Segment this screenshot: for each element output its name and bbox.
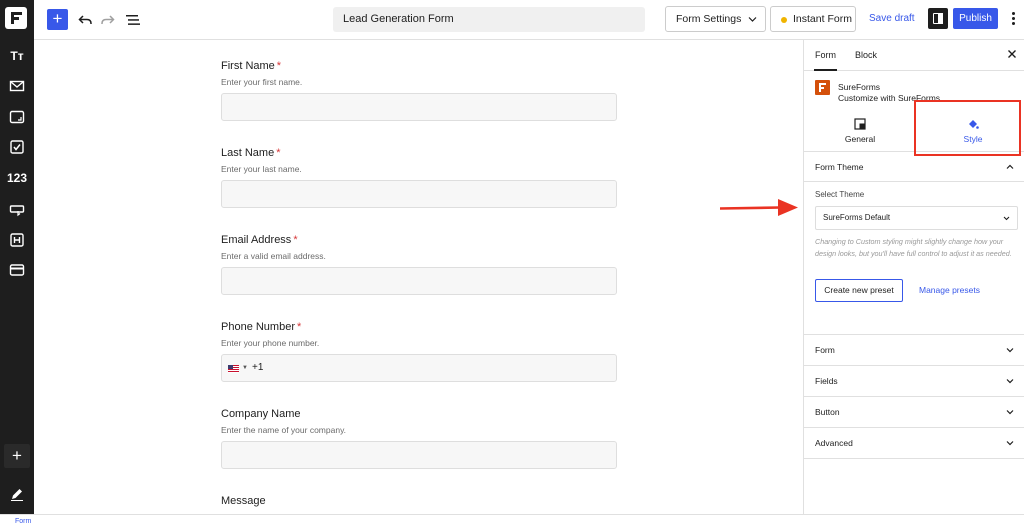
field-help-text: Enter your last name. <box>221 164 302 174</box>
breadcrumb-form[interactable]: Form <box>15 518 31 525</box>
chevron-down-icon <box>748 17 757 22</box>
field-label: Email Address * <box>221 234 298 246</box>
instant-form-label: Instant Form <box>793 13 852 25</box>
chevron-down-icon <box>1006 379 1014 384</box>
form-theme-panel-header[interactable]: Form Theme <box>804 152 1024 182</box>
theme-select-value: SureForms Default <box>823 213 891 222</box>
settings-sidebar: Form Block SureForms Customize with Sure… <box>803 40 1024 514</box>
chevron-down-icon <box>1006 441 1014 446</box>
accordion-form-label: Form <box>815 345 835 355</box>
typography-icon[interactable]: Tт <box>4 44 30 68</box>
publish-button[interactable]: Publish <box>953 8 998 29</box>
email-input[interactable] <box>221 267 617 295</box>
field-help-text: Enter your first name. <box>221 77 303 87</box>
save-draft-button[interactable]: Save draft <box>869 13 915 24</box>
field-label: Last Name * <box>221 147 281 159</box>
chevron-up-icon <box>1006 164 1014 169</box>
company-name-input[interactable] <box>221 441 617 469</box>
style-tab-highlight-box <box>914 100 1021 156</box>
create-preset-button[interactable]: Create new preset <box>815 279 903 302</box>
number-icon[interactable]: 123 <box>4 166 30 190</box>
accordion-advanced[interactable]: Advanced <box>804 428 1024 459</box>
field-help-text: Enter your phone number. <box>221 338 320 348</box>
form-canvas: First Name * Enter your first name. Last … <box>34 40 804 514</box>
field-label: Phone Number * <box>221 321 302 333</box>
sidebar-tabs: Form Block <box>804 40 1024 71</box>
mail-icon[interactable] <box>4 74 30 98</box>
accordion-fields[interactable]: Fields <box>804 366 1024 397</box>
form-settings-label: Form Settings <box>676 13 742 25</box>
instant-form-button[interactable]: Instant Form <box>770 6 856 32</box>
input-field-icon[interactable] <box>4 105 30 129</box>
field-help-text: Enter the name of your company. <box>221 425 347 435</box>
field-last-name[interactable]: Last Name * Enter your last name. <box>221 147 617 208</box>
settings-grid-icon <box>854 118 866 130</box>
accordion-button[interactable]: Button <box>804 397 1024 428</box>
accordion-advanced-label: Advanced <box>815 438 853 448</box>
field-email[interactable]: Email Address * Enter a valid email addre… <box>221 234 617 295</box>
block-inserter-rail: Tт 123 + <box>0 0 34 525</box>
button-icon[interactable] <box>4 197 30 221</box>
editor-app: Tт 123 + + Lead Generation Form Form Set… <box>0 0 1024 525</box>
form-settings-button[interactable]: Form Settings <box>665 6 766 32</box>
caret-down-icon[interactable]: ▼ <box>242 365 248 371</box>
field-label: Message <box>221 495 266 507</box>
us-flag-icon[interactable] <box>228 365 239 373</box>
phone-input[interactable]: ▼ +1 <box>221 354 617 382</box>
chevron-down-icon <box>1006 410 1014 415</box>
tab-general-label: General <box>844 134 876 144</box>
field-phone[interactable]: Phone Number * Enter your phone number. ▼… <box>221 321 617 382</box>
breadcrumb-bar: Form <box>0 514 1024 525</box>
annotation-arrow-icon <box>720 199 798 216</box>
field-message[interactable]: Message <box>221 495 617 507</box>
sureforms-logo[interactable] <box>5 7 27 29</box>
options-menu-icon[interactable] <box>1008 10 1018 28</box>
accordion-fields-label: Fields <box>815 376 838 386</box>
accordion-button-label: Button <box>815 407 840 417</box>
add-block-button[interactable]: + <box>4 444 30 468</box>
tab-block[interactable]: Block <box>855 50 877 60</box>
checkbox-icon[interactable] <box>4 135 30 159</box>
redo-icon[interactable] <box>98 10 118 30</box>
settings-sidebar-toggle-icon[interactable] <box>928 8 948 29</box>
tab-form[interactable]: Form <box>814 50 837 71</box>
select-theme-label: Select Theme <box>815 190 865 199</box>
field-label: Company Name <box>221 408 301 420</box>
form-theme-panel: Select Theme SureForms Default Changing … <box>804 182 1024 335</box>
card-icon[interactable] <box>4 258 30 282</box>
field-label: First Name * <box>221 60 282 72</box>
accordion-form[interactable]: Form <box>804 335 1024 366</box>
sureforms-logo-icon <box>815 80 830 95</box>
document-overview-icon[interactable] <box>123 10 143 30</box>
manage-presets-button[interactable]: Manage presets <box>919 285 980 295</box>
form-theme-title: Form Theme <box>815 162 864 172</box>
chevron-down-icon <box>1003 216 1010 221</box>
field-first-name[interactable]: First Name * Enter your first name. <box>221 60 617 121</box>
theme-note: Changing to Custom styling might slightl… <box>815 237 1012 258</box>
chevron-down-icon <box>1006 348 1014 353</box>
last-name-input[interactable] <box>221 180 617 208</box>
plugin-name: SureForms <box>838 82 881 92</box>
first-name-input[interactable] <box>221 93 617 121</box>
field-help-text: Enter a valid email address. <box>221 251 326 261</box>
field-company-name[interactable]: Company Name Enter the name of your comp… <box>221 408 617 469</box>
tab-general[interactable]: General <box>830 115 890 144</box>
close-icon[interactable] <box>1007 49 1017 59</box>
heading-icon[interactable] <box>4 228 30 252</box>
status-dot-icon <box>781 17 787 23</box>
country-code: +1 <box>252 362 264 373</box>
theme-select[interactable]: SureForms Default <box>815 206 1018 230</box>
editor-toolbar: + Lead Generation Form Form Settings Ins… <box>34 0 1024 40</box>
document-title-bar[interactable]: Lead Generation Form <box>333 7 645 32</box>
block-inserter-button[interactable]: + <box>47 9 68 30</box>
undo-icon[interactable] <box>75 10 95 30</box>
pencil-icon[interactable] <box>4 482 30 506</box>
